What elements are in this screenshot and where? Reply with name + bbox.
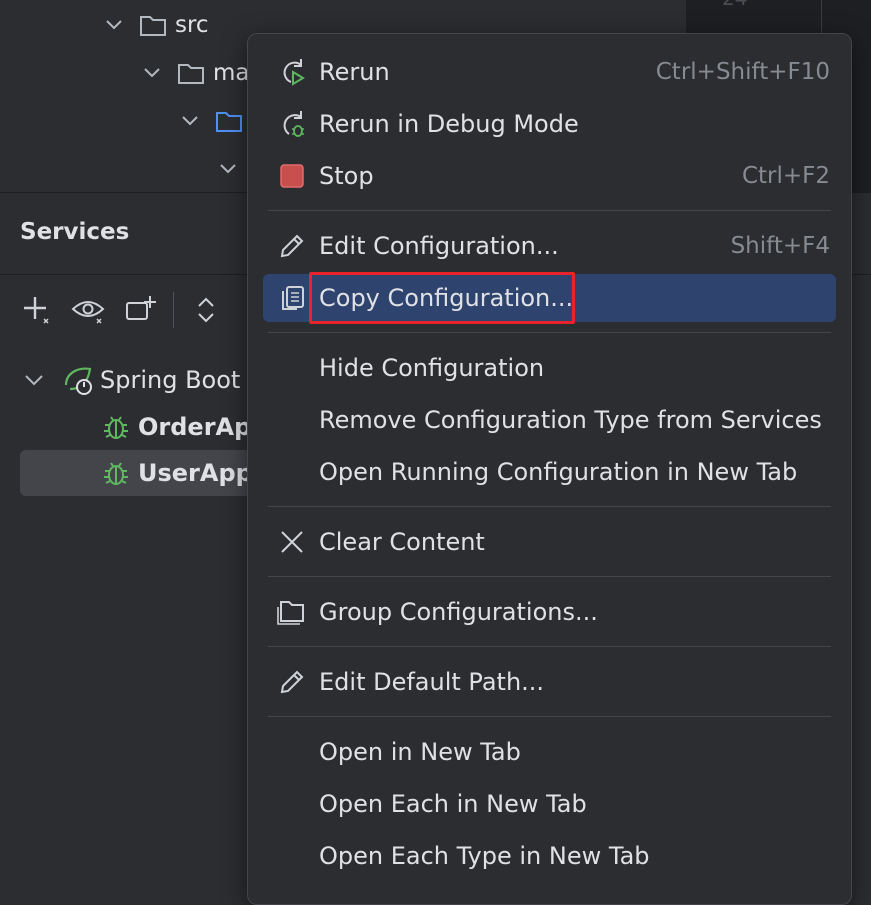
menu-item-label: Rerun in Debug Mode bbox=[319, 110, 579, 138]
menu-item-label: Open Running Configuration in New Tab bbox=[319, 458, 798, 486]
menu-item-clear-content[interactable]: Clear Content bbox=[263, 518, 836, 566]
menu-item-group-configurations[interactable]: Group Configurations... bbox=[263, 588, 836, 636]
tree-item-label: ma bbox=[213, 60, 250, 86]
menu-item-shortcut: Ctrl+F2 bbox=[741, 163, 830, 189]
source-folder-icon bbox=[215, 109, 243, 133]
menu-item-rerun-debug[interactable]: Rerun in Debug Mode bbox=[263, 100, 836, 148]
menu-item-label: Edit Default Path... bbox=[319, 668, 545, 696]
toolbar-separator bbox=[173, 292, 174, 328]
folder-icon bbox=[177, 61, 205, 85]
copy-icon bbox=[277, 283, 307, 313]
menu-separator bbox=[268, 506, 831, 507]
menu-item-label: Open Each Type in New Tab bbox=[319, 842, 650, 870]
chevron-down-icon[interactable] bbox=[141, 62, 163, 84]
rerun-icon bbox=[277, 57, 307, 87]
menu-item-shortcut: Ctrl+Shift+F10 bbox=[655, 59, 830, 85]
tree-item-main[interactable]: ma bbox=[141, 53, 250, 93]
pencil-icon bbox=[277, 667, 307, 697]
close-icon bbox=[277, 527, 307, 557]
menu-item-label: Stop bbox=[319, 162, 374, 190]
stop-icon bbox=[277, 161, 307, 191]
service-item-user[interactable]: UserAppl bbox=[20, 450, 262, 496]
chevron-down-icon[interactable] bbox=[217, 158, 239, 180]
menu-item-edit-default-path[interactable]: Edit Default Path... bbox=[263, 658, 836, 706]
services-title: Services bbox=[20, 219, 130, 245]
tree-item-spring-boot[interactable]: Spring Boot bbox=[24, 357, 240, 403]
folder-group-icon bbox=[277, 597, 307, 627]
eye-icon[interactable] bbox=[71, 293, 105, 327]
spring-boot-icon bbox=[62, 363, 98, 397]
highlight-annotation-box bbox=[309, 272, 575, 324]
service-label: UserAppl bbox=[138, 459, 262, 487]
menu-item-open-each-type-in-new-tab[interactable]: Open Each Type in New Tab bbox=[263, 832, 836, 880]
menu-item-label: Remove Configuration Type from Services bbox=[319, 406, 822, 434]
tree-item-label: src bbox=[175, 12, 209, 38]
menu-item-label: Rerun bbox=[319, 58, 390, 86]
context-menu: Rerun Ctrl+Shift+F10 Rerun in Debug Mode… bbox=[247, 33, 852, 905]
line-number: 24 bbox=[722, 0, 747, 10]
menu-item-label: Open Each in New Tab bbox=[319, 790, 587, 818]
menu-separator bbox=[268, 576, 831, 577]
chevron-down-icon[interactable] bbox=[103, 14, 125, 36]
new-tab-icon[interactable] bbox=[124, 293, 158, 327]
bug-icon bbox=[100, 411, 132, 443]
menu-item-edit-configuration[interactable]: Edit Configuration... Shift+F4 bbox=[263, 222, 836, 270]
rerun-debug-icon bbox=[277, 109, 307, 139]
tree-item-java[interactable] bbox=[179, 101, 251, 141]
menu-separator bbox=[268, 210, 831, 211]
chevron-down-icon[interactable] bbox=[24, 374, 48, 386]
bug-icon bbox=[100, 457, 132, 489]
menu-item-open-in-new-tab[interactable]: Open in New Tab bbox=[263, 728, 836, 776]
menu-item-label: Open in New Tab bbox=[319, 738, 521, 766]
menu-item-shortcut: Shift+F4 bbox=[730, 233, 830, 259]
menu-item-hide-configuration[interactable]: Hide Configuration bbox=[263, 344, 836, 392]
group-label: Spring Boot bbox=[100, 366, 241, 394]
menu-item-stop[interactable]: Stop Ctrl+F2 bbox=[263, 152, 836, 200]
menu-separator bbox=[268, 332, 831, 333]
chevron-down-icon[interactable] bbox=[179, 110, 201, 132]
service-item-order[interactable]: OrderApp bbox=[100, 404, 268, 450]
pencil-icon bbox=[277, 231, 307, 261]
menu-item-label: Hide Configuration bbox=[319, 354, 545, 382]
menu-item-rerun[interactable]: Rerun Ctrl+Shift+F10 bbox=[263, 48, 836, 96]
menu-item-open-running-configuration[interactable]: Open Running Configuration in New Tab bbox=[263, 448, 836, 496]
menu-separator bbox=[268, 646, 831, 647]
menu-item-label: Edit Configuration... bbox=[319, 232, 559, 260]
menu-item-remove-configuration-type[interactable]: Remove Configuration Type from Services bbox=[263, 396, 836, 444]
menu-item-label: Clear Content bbox=[319, 528, 485, 556]
menu-item-open-each-in-new-tab[interactable]: Open Each in New Tab bbox=[263, 780, 836, 828]
menu-item-label: Group Configurations... bbox=[319, 598, 598, 626]
expand-collapse-icon[interactable] bbox=[189, 293, 223, 327]
folder-icon bbox=[139, 13, 167, 37]
add-service-icon[interactable] bbox=[20, 293, 54, 327]
menu-separator bbox=[268, 716, 831, 717]
tree-item-src[interactable]: src bbox=[103, 5, 209, 45]
